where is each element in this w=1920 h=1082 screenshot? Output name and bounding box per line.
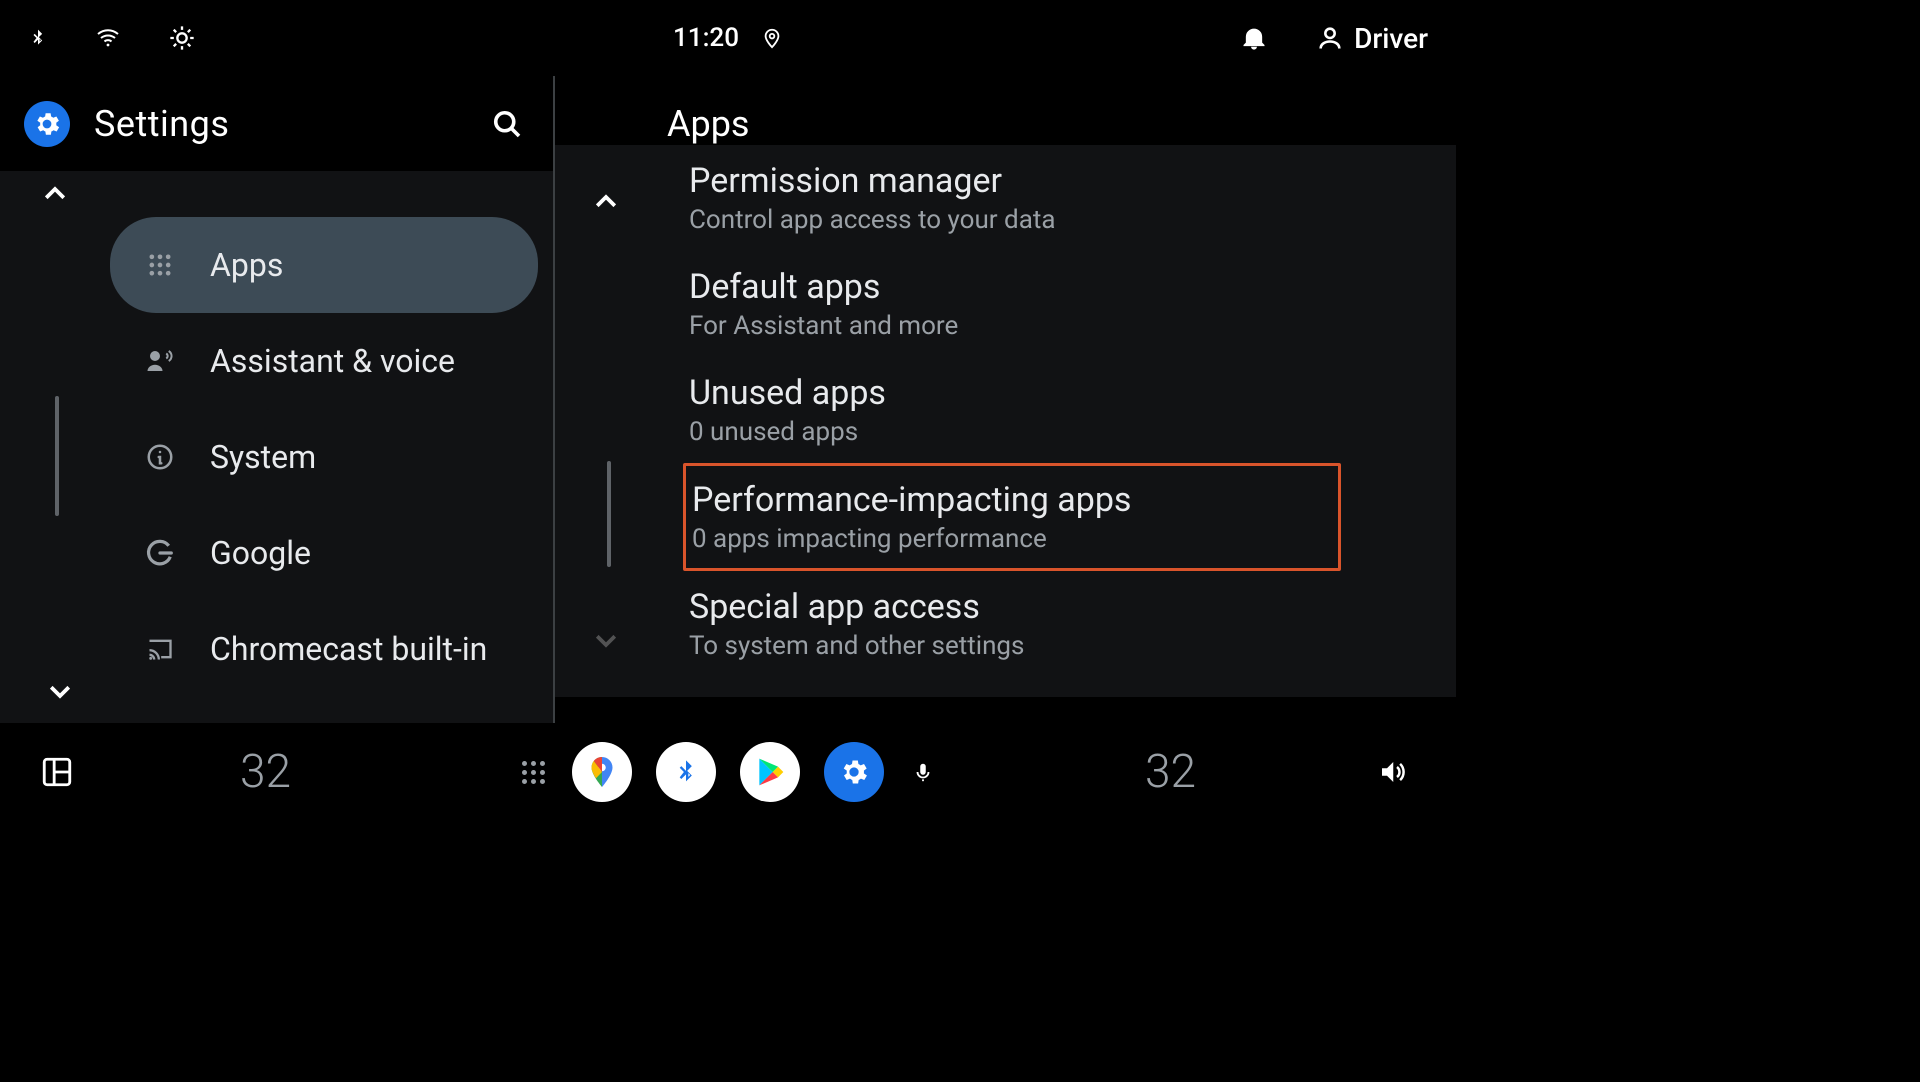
detail-item-default-apps[interactable]: Default apps For Assistant and more bbox=[689, 251, 1456, 357]
bell-icon[interactable] bbox=[1240, 23, 1268, 53]
profile-label: Driver bbox=[1354, 22, 1428, 55]
sidebar-scroll-down[interactable] bbox=[40, 671, 80, 711]
detail-items: Permission manager Control app access to… bbox=[645, 145, 1456, 677]
temperature-right[interactable]: 32 bbox=[1145, 745, 1196, 799]
detail-scroll-up[interactable] bbox=[591, 187, 621, 221]
status-bar: 11:20 Driver bbox=[0, 0, 1456, 76]
status-center: 11:20 bbox=[673, 23, 783, 53]
sidebar-body: Apps Assistant & voice System bbox=[0, 171, 553, 723]
temperature-left[interactable]: 32 bbox=[240, 745, 291, 799]
sidebar-item-label: Apps bbox=[210, 246, 283, 284]
wifi-icon bbox=[92, 26, 124, 50]
detail-item-subtitle: To system and other settings bbox=[689, 631, 1456, 661]
detail-item-title: Default apps bbox=[689, 267, 1456, 307]
info-icon bbox=[140, 442, 180, 472]
detail-item-subtitle: 0 apps impacting performance bbox=[686, 524, 1338, 554]
detail-item-performance-impacting-apps[interactable]: Performance-impacting apps 0 apps impact… bbox=[683, 463, 1341, 571]
dock-center bbox=[518, 742, 938, 802]
person-icon bbox=[1316, 24, 1344, 52]
detail-item-special-app-access[interactable]: Special app access To system and other s… bbox=[689, 571, 1456, 677]
sidebar-item-apps[interactable]: Apps bbox=[110, 217, 538, 313]
detail-item-subtitle: 0 unused apps bbox=[689, 417, 1456, 447]
sidebar-item-label: Assistant & voice bbox=[210, 342, 455, 380]
bottom-dock: 32 32 bbox=[0, 723, 1456, 821]
detail-item-title: Special app access bbox=[689, 587, 1456, 627]
assistant-voice-icon bbox=[140, 346, 180, 376]
bluetooth-icon bbox=[28, 23, 48, 53]
clock-time: 11:20 bbox=[673, 23, 739, 53]
sidebar-item-chromecast[interactable]: Chromecast built-in bbox=[110, 601, 537, 697]
sidebar-scroll-up[interactable] bbox=[0, 171, 553, 217]
status-left bbox=[28, 23, 196, 53]
detail-pane: Apps Permission manager Control app acce… bbox=[555, 76, 1456, 723]
brightness-icon bbox=[168, 24, 196, 52]
volume-icon[interactable] bbox=[1374, 757, 1410, 787]
detail-body: Permission manager Control app access to… bbox=[555, 145, 1456, 697]
detail-item-permission-manager[interactable]: Permission manager Control app access to… bbox=[689, 145, 1456, 251]
apps-grid-icon bbox=[140, 251, 180, 279]
detail-item-subtitle: For Assistant and more bbox=[689, 311, 1456, 341]
dock-app-bluetooth[interactable] bbox=[656, 742, 716, 802]
profile-button[interactable]: Driver bbox=[1316, 22, 1428, 55]
sidebar-item-label: System bbox=[210, 438, 316, 476]
dock-app-play-store[interactable] bbox=[740, 742, 800, 802]
status-right: Driver bbox=[1240, 22, 1428, 55]
sidebar-title: Settings bbox=[94, 103, 229, 145]
detail-item-subtitle: Control app access to your data bbox=[689, 205, 1456, 235]
detail-item-title: Performance-impacting apps bbox=[686, 480, 1338, 520]
main-content: Settings Apps As bbox=[0, 76, 1456, 723]
detail-item-title: Permission manager bbox=[689, 161, 1456, 201]
google-g-icon bbox=[140, 538, 180, 568]
dock-app-settings[interactable] bbox=[824, 742, 884, 802]
sidebar-items: Apps Assistant & voice System bbox=[0, 217, 553, 697]
sidebar-item-label: Chromecast built-in bbox=[210, 630, 487, 668]
sidebar-item-system[interactable]: System bbox=[110, 409, 537, 505]
mic-icon[interactable] bbox=[908, 757, 938, 787]
settings-gear-badge bbox=[24, 101, 70, 147]
dashboard-icon[interactable] bbox=[40, 755, 74, 789]
app-launcher-icon[interactable] bbox=[518, 757, 548, 787]
settings-sidebar: Settings Apps As bbox=[0, 76, 555, 723]
detail-title: Apps bbox=[667, 103, 750, 145]
detail-scroll-down[interactable] bbox=[591, 625, 621, 659]
detail-scrollbar[interactable] bbox=[607, 461, 611, 567]
cast-icon bbox=[140, 635, 180, 663]
location-icon bbox=[761, 23, 783, 53]
detail-item-title: Unused apps bbox=[689, 373, 1456, 413]
sidebar-item-google[interactable]: Google bbox=[110, 505, 537, 601]
sidebar-scrollbar[interactable] bbox=[55, 396, 59, 516]
sidebar-item-assistant[interactable]: Assistant & voice bbox=[110, 313, 537, 409]
dock-app-maps[interactable] bbox=[572, 742, 632, 802]
detail-item-unused-apps[interactable]: Unused apps 0 unused apps bbox=[689, 357, 1456, 463]
sidebar-item-label: Google bbox=[210, 534, 311, 572]
sidebar-header: Settings bbox=[0, 76, 553, 171]
search-button[interactable] bbox=[485, 102, 529, 146]
